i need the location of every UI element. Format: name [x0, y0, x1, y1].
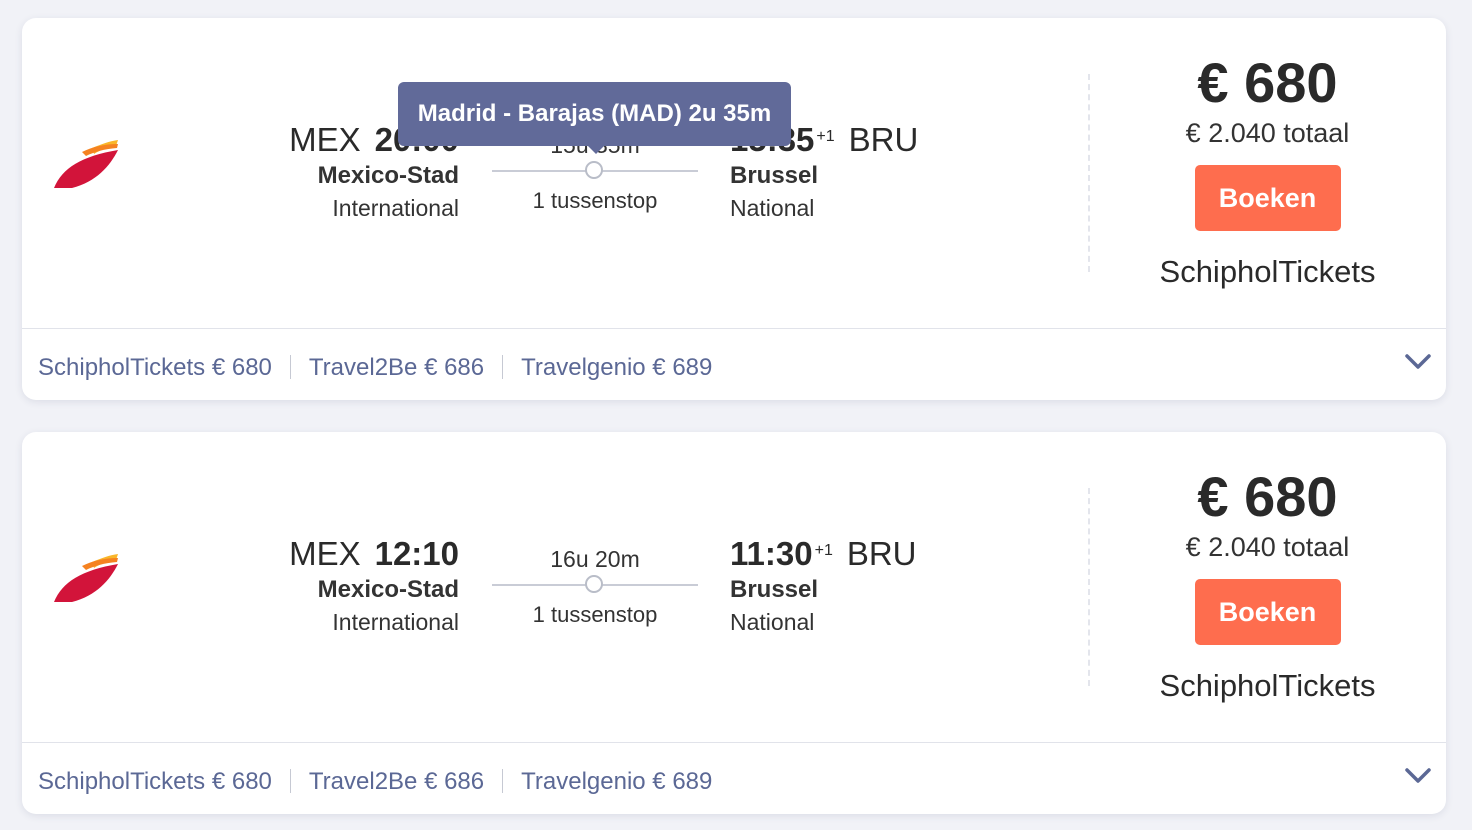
arrival-city: Brussel: [730, 576, 819, 603]
provider-link[interactable]: Travelgenio € 689: [521, 768, 712, 795]
departure-time: 12:10: [374, 535, 459, 572]
flight-card[interactable]: MEX 12:10 Mexico-Stad International 16u 2…: [22, 432, 1446, 814]
provider-link[interactable]: Travel2Be € 686: [309, 768, 484, 795]
stopover-tooltip: Madrid - Barajas (MAD) 2u 35m: [398, 82, 791, 154]
route-track: [492, 574, 698, 596]
separator: [289, 769, 291, 793]
arrival-info: 11:30 +1 BRU Brussel National: [730, 534, 917, 638]
departure-airport: International: [332, 609, 459, 635]
departure-code: MEX: [289, 535, 361, 572]
provider-link[interactable]: SchipholTickets € 680: [38, 768, 272, 795]
tooltip-arrow: [587, 145, 605, 154]
total-price: € 2.040 totaal: [1185, 532, 1350, 562]
flight-route[interactable]: 16u 20m 1 tussenstop: [492, 544, 698, 630]
flight-summary: MEX 12:10 Mexico-Stad International 16u 2…: [22, 432, 1446, 742]
airline-logo-icon: [54, 554, 118, 602]
price: € 680: [1197, 51, 1338, 114]
book-button[interactable]: Boeken: [1194, 579, 1341, 645]
seller-name: SchipholTickets: [1159, 668, 1376, 703]
flight-summary: MEX20:00 Mexico-Stad International 15u 3…: [22, 18, 1446, 328]
chevron-down-icon[interactable]: [1404, 767, 1432, 785]
price-box: € 680 € 2.040 totaal Boeken SchipholTick…: [1089, 464, 1446, 707]
price: € 680: [1197, 465, 1338, 528]
arrival-city: Brussel: [730, 162, 819, 189]
stops-count: 1 tussenstop: [532, 602, 658, 627]
separator: [289, 355, 291, 379]
day-offset: +1: [816, 128, 835, 145]
arrival-code: BRU: [848, 121, 919, 158]
stop-dot-icon[interactable]: [585, 161, 603, 179]
departure-code: MEX: [289, 121, 361, 158]
provider-list: SchipholTickets € 680 Travel2Be € 686 Trav…: [38, 349, 712, 387]
provider-link[interactable]: SchipholTickets € 680: [38, 354, 272, 381]
stop-dot-icon[interactable]: [585, 575, 603, 593]
providers-bar: SchipholTickets € 680 Travel2Be € 686 Trav…: [22, 742, 1446, 815]
arrival-airport: National: [730, 609, 815, 635]
separator: [502, 355, 504, 379]
route-track: [492, 160, 698, 182]
chevron-down-icon[interactable]: [1404, 353, 1432, 371]
price-box: € 680 € 2.040 totaal Boeken SchipholTick…: [1089, 50, 1446, 293]
flight-card[interactable]: MEX20:00 Mexico-Stad International 15u 3…: [22, 18, 1446, 400]
departure-airport: International: [332, 195, 459, 221]
book-button[interactable]: Boeken: [1194, 165, 1341, 231]
provider-list: SchipholTickets € 680 Travel2Be € 686 Trav…: [38, 763, 712, 801]
seller-name: SchipholTickets: [1159, 254, 1376, 289]
arrival-time: 11:30: [730, 535, 813, 572]
separator: [502, 769, 504, 793]
airline-logo-icon: [54, 140, 118, 188]
departure-info: MEX 12:10 Mexico-Stad International: [289, 534, 459, 638]
arrival-code: BRU: [846, 535, 917, 572]
provider-link[interactable]: Travel2Be € 686: [309, 354, 484, 381]
arrival-airport: National: [730, 195, 815, 221]
flight-duration: 16u 20m: [550, 546, 640, 572]
departure-city: Mexico-Stad: [317, 576, 459, 603]
providers-bar: SchipholTickets € 680 Travel2Be € 686 Trav…: [22, 328, 1446, 401]
day-offset: +1: [814, 542, 833, 559]
tooltip-text: Madrid - Barajas (MAD) 2u 35m: [417, 100, 772, 127]
provider-link[interactable]: Travelgenio € 689: [521, 354, 712, 381]
total-price: € 2.040 totaal: [1185, 118, 1350, 148]
departure-city: Mexico-Stad: [317, 162, 459, 189]
stops-count: 1 tussenstop: [532, 188, 658, 213]
